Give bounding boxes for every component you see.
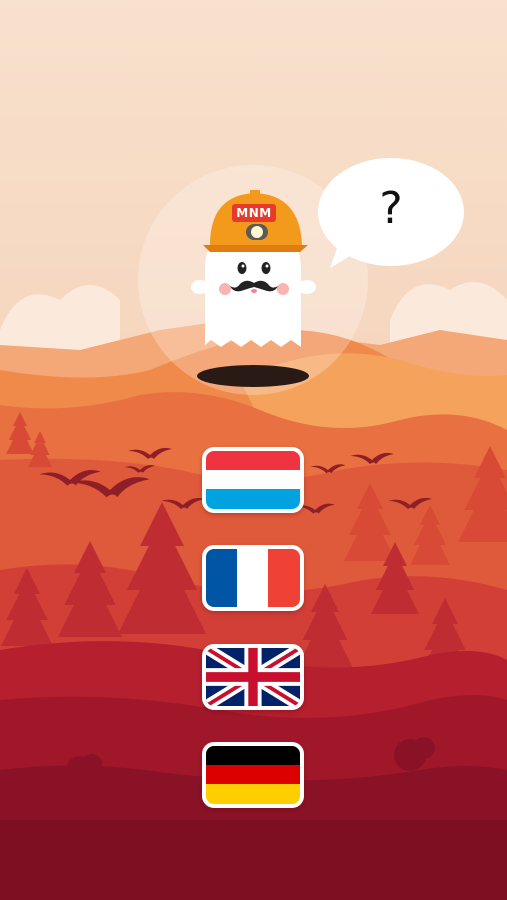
flag-germany-button[interactable] (202, 742, 304, 808)
speech-bubble-text-area: ? (318, 158, 464, 264)
flag-luxembourg-icon (206, 451, 300, 509)
flag-france-icon (206, 549, 300, 607)
flag-united-kingdom-icon (206, 648, 300, 706)
helmet-label: MNM (236, 206, 272, 220)
question-mark-text: ? (379, 182, 403, 234)
flag-united-kingdom-button[interactable] (202, 644, 304, 710)
flag-france-button[interactable] (202, 545, 304, 611)
flag-germany-icon (206, 746, 300, 804)
flag-luxembourg-button[interactable] (202, 447, 304, 513)
